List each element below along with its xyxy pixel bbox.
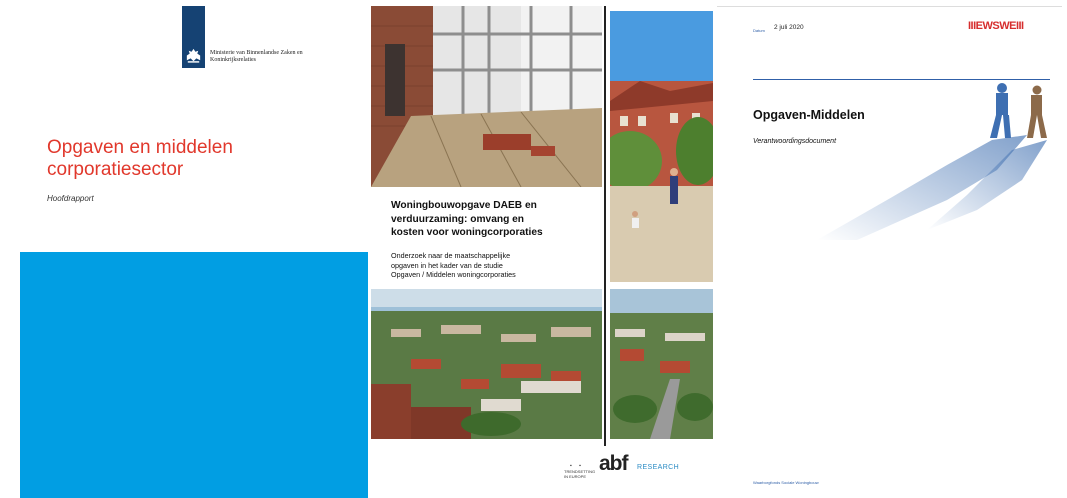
cover-subtitle: Hoofdrapport [47, 194, 94, 203]
cover-title: Opgaven en middelen corporatiesector [47, 137, 233, 180]
ministry-name: Ministerie van Binnenlandse Zaken en Kon… [210, 50, 303, 63]
abf-logo: abf [599, 452, 628, 475]
wsw-logo: IIIEWSWEIII [968, 20, 1024, 32]
cover-title: Opgaven-Middelen [753, 108, 865, 122]
research-label: RESEARCH [637, 464, 680, 471]
aerial-street-photo [610, 289, 713, 439]
date-label: Datum [753, 28, 765, 33]
cover-opgaven-middelen[interactable]: Datum 2 juli 2020 IIIEWSWEIII Opgaven-Mi… [717, 6, 1062, 498]
walking-people-illustration [817, 83, 1047, 240]
cover-woningbouwopgave[interactable]: Woningbouwopgave DAEB en verduurzaming: … [371, 6, 713, 498]
aerial-city-photo [371, 289, 602, 439]
tagline: TRENDSETTING IN EUROPE [564, 469, 596, 479]
blue-band [20, 252, 368, 498]
cover-title: Woningbouwopgave DAEB en verduurzaming: … [391, 200, 543, 238]
top-line [717, 6, 1062, 7]
cover-description: Onderzoek naar de maatschappelijke opgav… [391, 251, 516, 280]
cover-subtitle: Verantwoordingsdocument [753, 138, 837, 145]
publisher-footer: Waarborgfonds Sociale Woningbouw [753, 480, 819, 485]
girl-playing-photo [610, 11, 713, 282]
scaffolding-photo [371, 6, 602, 187]
cover-opgaven-en-middelen[interactable]: Ministerie van Binnenlandse Zaken en Kon… [20, 6, 368, 498]
document-date: 2 juli 2020 [774, 24, 804, 31]
lion-crest-icon [186, 48, 201, 63]
vertical-divider [604, 6, 606, 446]
